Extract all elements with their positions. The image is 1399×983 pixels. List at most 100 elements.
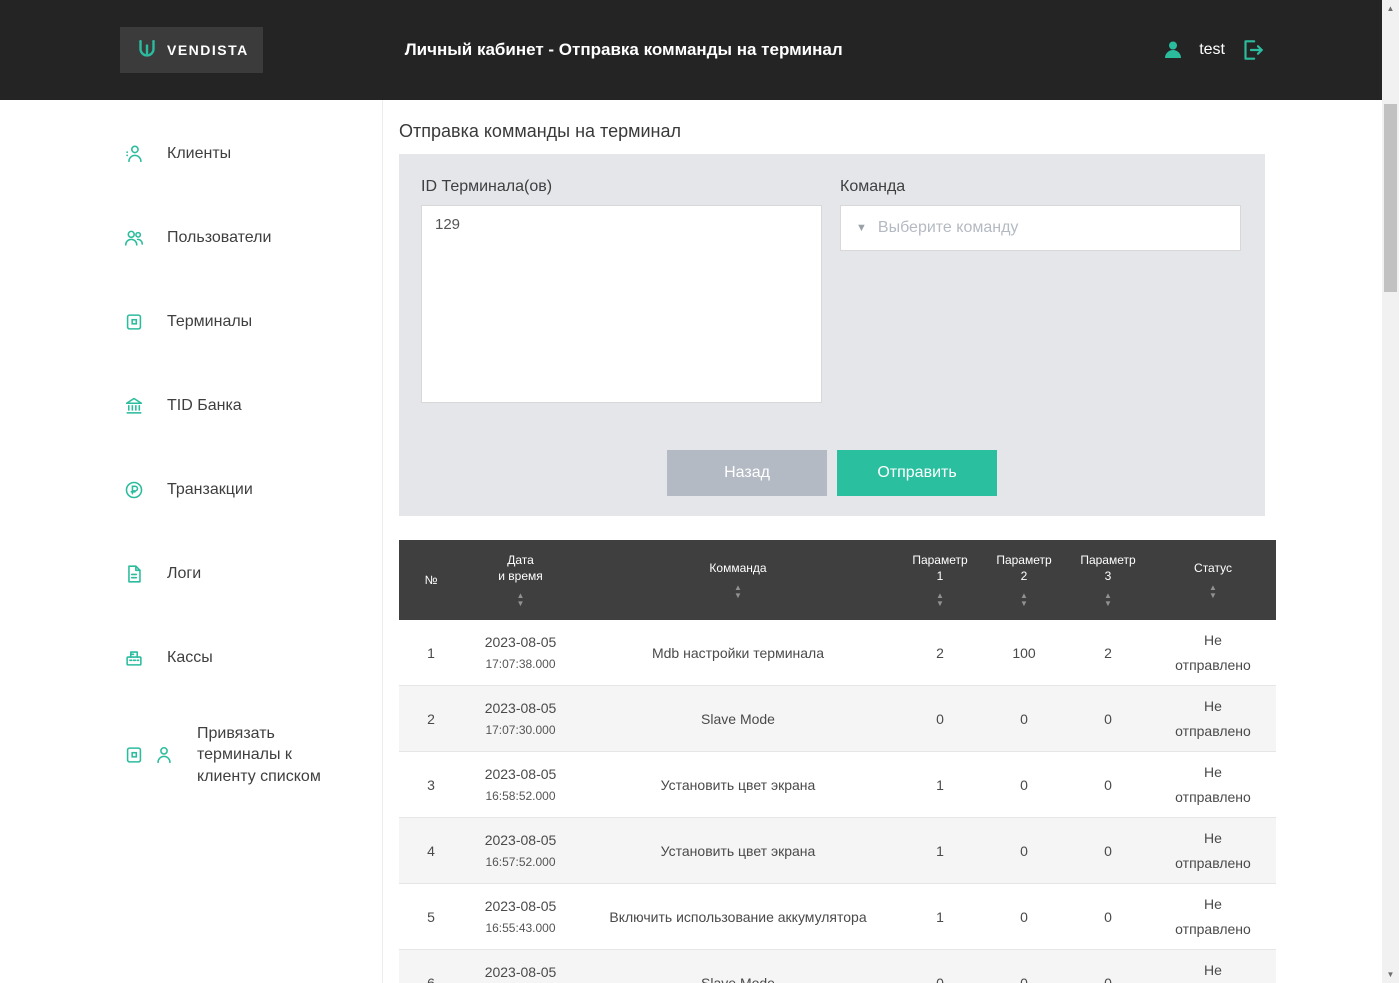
sort-icon[interactable]: ▲ ▼ <box>517 591 525 608</box>
sidebar-item-clients[interactable]: Клиенты <box>0 112 382 196</box>
back-button[interactable]: Назад <box>667 450 827 496</box>
terminal-id-input[interactable]: 129 <box>421 205 822 403</box>
scroll-up-arrow-icon[interactable]: ▲ <box>1382 0 1399 17</box>
terminal-id-label: ID Терминала(ов) <box>421 178 553 195</box>
row-param3: 0 <box>1066 751 1150 818</box>
column-header[interactable]: Статус ▲ ▼ <box>1150 540 1276 620</box>
row-param1: 2 <box>898 620 982 686</box>
sidebar-item-link-terminals[interactable]: Привязать терминалы к клиенту списком <box>0 700 382 810</box>
sidebar-item-tid-bank[interactable]: TID Банка <box>0 364 382 448</box>
column-header[interactable]: Параметр 2 ▲ ▼ <box>982 540 1066 620</box>
column-header: № <box>399 540 463 620</box>
sidebar: Клиенты Пользователи Терминалы TID Банка… <box>0 100 383 983</box>
row-number: 5 <box>399 883 463 950</box>
column-header[interactable]: Параметр 3 ▲ ▼ <box>1066 540 1150 620</box>
column-header[interactable]: Параметр 1 ▲ ▼ <box>898 540 982 620</box>
sort-icon[interactable]: ▲ ▼ <box>1209 583 1217 600</box>
row-status: Не отправлено <box>1150 949 1276 983</box>
row-param1: 0 <box>898 949 982 983</box>
column-header[interactable]: Комманда ▲ ▼ <box>578 540 898 620</box>
row-command: Mdb настройки терминала <box>578 620 898 686</box>
row-number: 6 <box>399 949 463 983</box>
table-row: 62023-08-0516:55:04.000Slave Mode000Не о… <box>399 949 1276 983</box>
row-param2: 100 <box>982 620 1066 686</box>
users-icon <box>123 227 145 249</box>
row-datetime: 2023-08-05 16:57:52.000 <box>463 817 578 884</box>
table-row: 2 2023-08-05 17:07:30.000 Slave Mode 0 0 0 Не о… <box>399 685 1276 752</box>
terminals-icon <box>123 311 145 333</box>
scroll-down-arrow-icon[interactable]: ▼ <box>1382 966 1399 983</box>
transactions-icon <box>123 479 145 501</box>
chevron-down-icon: ▼ <box>856 222 867 234</box>
column-header[interactable]: Дата и время ▲ ▼ <box>463 540 578 620</box>
sort-icon[interactable]: ▲ ▼ <box>1104 591 1112 608</box>
sidebar-item-terminals[interactable]: Терминалы <box>0 280 382 364</box>
sidebar-item-users[interactable]: Пользователи <box>0 196 382 280</box>
row-datetime: 2023-08-0516:55:04.000 <box>463 949 578 983</box>
command-form-card: ID Терминала(ов) 129 Команда ▼ Выберите … <box>399 154 1265 516</box>
sidebar-item-transactions[interactable]: Транзакции <box>0 448 382 532</box>
username: test <box>1199 41 1225 58</box>
sidebar-item-label: Пользователи <box>167 229 272 247</box>
row-param2: 0 <box>982 883 1066 950</box>
row-datetime: 2023-08-05 17:07:30.000 <box>463 685 578 752</box>
row-datetime: 2023-08-05 17:07:38.000 <box>463 620 578 686</box>
row-param1: 0 <box>898 685 982 752</box>
row-param1: 1 <box>898 883 982 950</box>
command-select[interactable]: ▼ Выберите команду <box>840 205 1241 251</box>
main-content: Отправка комманды на терминал ID Термина… <box>383 100 1399 983</box>
sidebar-item-label: TID Банка <box>167 397 242 415</box>
table-header: № Дата и время ▲ ▼ Комманда ▲ ▼ Параметр 1 ▲ ▼ Парам… <box>399 540 1276 620</box>
sort-icon[interactable]: ▲ ▼ <box>936 591 944 608</box>
row-datetime: 2023-08-05 16:58:52.000 <box>463 751 578 818</box>
table-body: 1 2023-08-05 17:07:38.000 Mdb настройки тер… <box>399 620 1276 983</box>
sidebar-item-cash-registers[interactable]: Кассы <box>0 616 382 700</box>
table-header-row: № Дата и время ▲ ▼ Комманда ▲ ▼ Параметр 1 ▲ ▼ Парам… <box>399 540 1276 620</box>
send-button[interactable]: Отправить <box>837 450 997 496</box>
link-terminals-client-icon <box>123 744 175 766</box>
row-param3: 0 <box>1066 685 1150 752</box>
sort-icon[interactable]: ▲ ▼ <box>734 583 742 600</box>
sidebar-item-label: Привязать терминалы к клиенту списком <box>197 724 321 785</box>
user-icon <box>1161 38 1185 62</box>
row-status: Не отправлено <box>1150 883 1276 950</box>
table-row: 1 2023-08-05 17:07:38.000 Mdb настройки тер… <box>399 620 1276 686</box>
row-status: Не отправлено <box>1150 817 1276 884</box>
command-label: Команда <box>840 178 906 195</box>
logs-icon <box>123 563 145 585</box>
sidebar-item-label: Логи <box>167 565 202 583</box>
row-number: 4 <box>399 817 463 884</box>
row-command: Установить цвет экрана <box>578 817 898 884</box>
row-status: Не отправлено <box>1150 751 1276 818</box>
sort-icon[interactable]: ▲ ▼ <box>1020 591 1028 608</box>
sidebar-item-logs[interactable]: Логи <box>0 532 382 616</box>
table-row: 5 2023-08-05 16:55:43.000 Включить использо… <box>399 883 1276 950</box>
row-param1: 1 <box>898 817 982 884</box>
row-status: Не отправлено <box>1150 620 1276 686</box>
row-status: Не отправлено <box>1150 685 1276 752</box>
row-param3: 0 <box>1066 817 1150 884</box>
sidebar-item-label: Кассы <box>167 649 213 667</box>
sidebar-item-label: Терминалы <box>167 313 253 331</box>
table-row: 3 2023-08-05 16:58:52.000 Установить цвет э… <box>399 751 1276 818</box>
clients-icon <box>123 143 145 165</box>
cash-register-icon <box>123 647 145 669</box>
header-title: Личный кабинет - Отправка комманды на те… <box>404 40 843 59</box>
top-bar: VENDISTA Личный кабинет - Отправка комма… <box>0 0 1399 100</box>
row-command: Установить цвет экрана <box>578 751 898 818</box>
vertical-scrollbar[interactable]: ▲ ▼ <box>1382 0 1399 983</box>
scrollbar-thumb[interactable] <box>1384 104 1397 292</box>
row-datetime: 2023-08-05 16:55:43.000 <box>463 883 578 950</box>
row-param3: 0 <box>1066 883 1150 950</box>
row-command: Slave Mode <box>578 685 898 752</box>
logout-icon[interactable] <box>1239 37 1265 63</box>
row-param2: 0 <box>982 817 1066 884</box>
vendista-logo[interactable]: VENDISTA <box>120 27 263 73</box>
sidebar-item-label: Клиенты <box>167 145 232 163</box>
row-command: Включить использование аккумулятора <box>578 883 898 950</box>
row-param3: 0 <box>1066 949 1150 983</box>
row-command: Slave Mode <box>578 949 898 983</box>
row-number: 1 <box>399 620 463 686</box>
row-number: 3 <box>399 751 463 818</box>
bank-icon <box>123 395 145 417</box>
